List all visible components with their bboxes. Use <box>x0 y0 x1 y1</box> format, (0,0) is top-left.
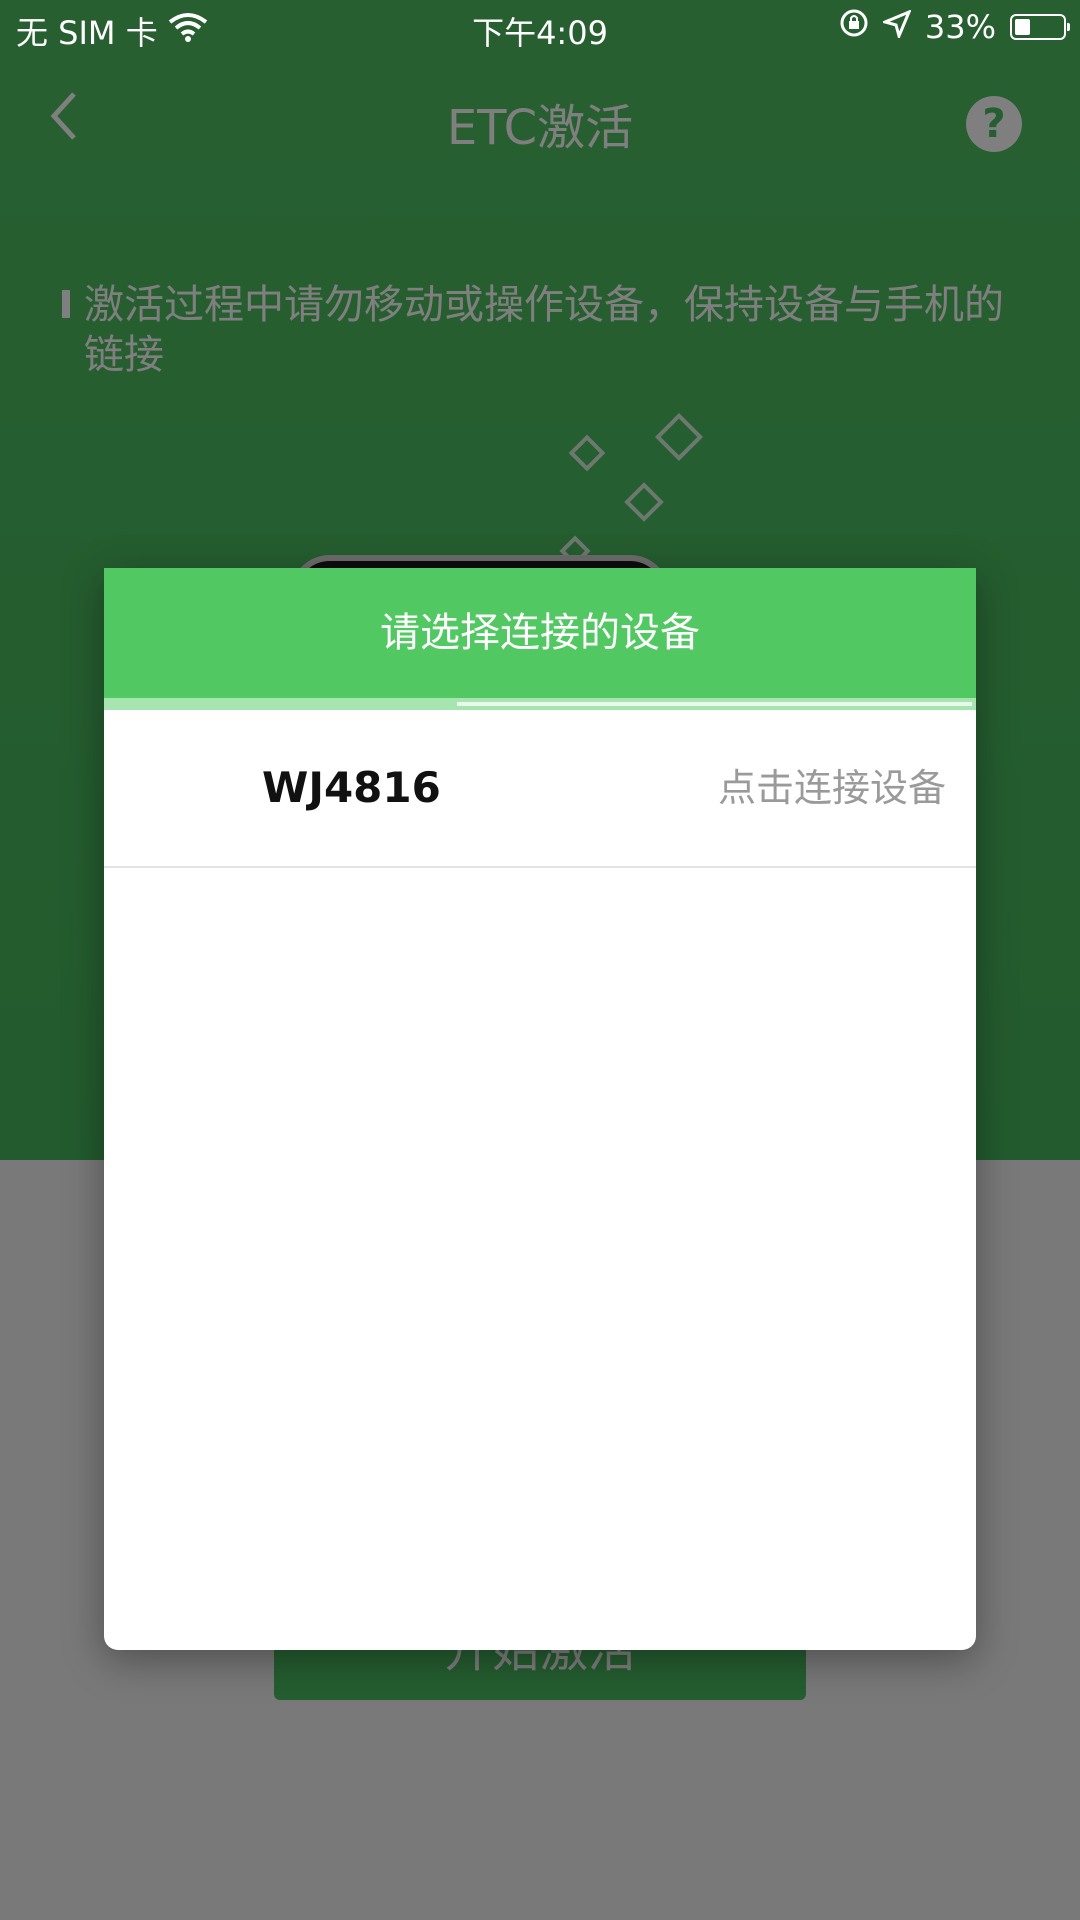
battery-icon <box>1010 14 1070 40</box>
location-arrow-icon <box>880 8 912 46</box>
battery-percent: 33% <box>924 8 996 46</box>
scan-progress-track <box>104 698 976 710</box>
dialog-title: 请选择连接的设备 <box>380 610 700 656</box>
battery-level <box>1015 19 1030 35</box>
connect-device-link[interactable]: 点击连接设备 <box>718 710 946 866</box>
dialog-header: 请选择连接的设备 <box>104 568 976 710</box>
scan-progress-remaining <box>457 702 972 706</box>
battery-tip <box>1067 23 1070 31</box>
scan-progress-bar <box>104 698 453 710</box>
device-list-item[interactable]: WJ4816 点击连接设备 <box>104 710 976 868</box>
screen: 无 SIM 卡 下午4:09 33% 请选择连接的设备 WJ4816 点击连接设… <box>0 0 1080 1920</box>
device-select-dialog: 请选择连接的设备 WJ4816 点击连接设备 <box>104 568 976 1650</box>
orientation-lock-icon <box>839 8 869 46</box>
status-right: 33% <box>839 8 1070 46</box>
status-bar: 无 SIM 卡 下午4:09 33% <box>0 0 1080 54</box>
device-name: WJ4816 <box>262 763 441 812</box>
